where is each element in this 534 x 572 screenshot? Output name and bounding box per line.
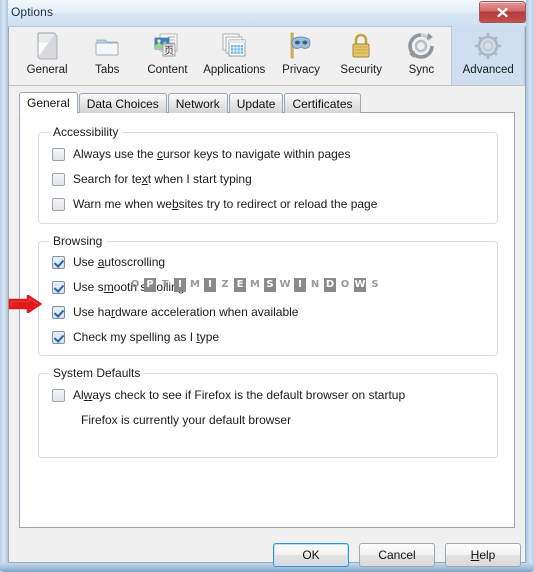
ok-button[interactable]: OK (273, 543, 349, 567)
toolbar-item-general[interactable]: General (17, 26, 77, 85)
option-search-text-row[interactable]: Search for text when I start typing (52, 172, 252, 186)
toolbar-item-applications-label: Applications (203, 64, 266, 76)
option-cursor-keys-label: Always use the cursor keys to navigate w… (73, 147, 351, 161)
system-defaults-group: System Defaults Always check to see if F… (38, 366, 498, 458)
toolbar-item-applications[interactable]: Applications (198, 26, 271, 85)
window-frame-right (526, 0, 534, 572)
advanced-gear-icon (472, 29, 504, 63)
option-smooth-scrolling-row[interactable]: Use smooth scrolling (52, 280, 184, 294)
toolbar-item-tabs-label: Tabs (95, 64, 120, 76)
tab-data-choices[interactable]: Data Choices (78, 93, 167, 113)
default-browser-status-text: Firefox is currently your default browse… (81, 413, 292, 427)
option-autoscrolling-row[interactable]: Use autoscrolling (52, 255, 165, 269)
option-warn-redirect-label: Warn me when websites try to redirect or… (73, 197, 378, 211)
option-hardware-acceleration-row[interactable]: Use hardware acceleration when available (52, 305, 298, 319)
applications-windows-icon (219, 29, 249, 63)
toolbar-item-privacy[interactable]: Privacy (271, 26, 331, 85)
option-spell-check-label: Check my spelling as I type (73, 330, 220, 344)
help-button[interactable]: Help (445, 543, 521, 567)
tab-network[interactable]: Network (167, 93, 228, 113)
svg-text:页: 页 (164, 45, 174, 57)
privacy-mask-icon (285, 29, 317, 63)
general-window-icon (34, 29, 60, 63)
option-smooth-scrolling-checkbox[interactable] (52, 280, 65, 294)
option-cursor-keys-checkbox[interactable] (52, 147, 65, 161)
option-search-text-checkbox[interactable] (52, 172, 65, 186)
window-title: Options (11, 5, 54, 19)
toolbar-item-security[interactable]: Security (331, 26, 391, 85)
tab-general-label: General (27, 96, 70, 110)
help-button-label: Help (470, 548, 496, 562)
dialog-client-area: General Tabs 页 Content Applications Priv… (8, 26, 526, 567)
option-warn-redirect-checkbox[interactable] (52, 197, 65, 211)
option-cursor-keys-row[interactable]: Always use the cursor keys to navigate w… (52, 147, 350, 161)
option-default-browser-row[interactable]: Always check to see if Firefox is the de… (52, 388, 405, 402)
cancel-button-label: Cancel (378, 548, 416, 562)
browsing-group: Browsing Use autoscrolling Use smooth sc… (38, 234, 498, 356)
ok-button-label: OK (302, 548, 320, 562)
dialog-footer: OK Cancel Help (9, 530, 525, 567)
toolbar-item-tabs[interactable]: Tabs (77, 26, 137, 85)
toolbar-item-content-label: Content (147, 64, 188, 76)
accessibility-group-title: Accessibility (49, 125, 123, 139)
option-spell-check-checkbox[interactable] (52, 330, 65, 344)
option-hardware-acceleration-label: Use hardware acceleration when available (73, 305, 299, 319)
window-frame-left (0, 0, 8, 572)
system-defaults-group-title: System Defaults (49, 366, 145, 380)
toolbar-item-content[interactable]: 页 Content (137, 26, 197, 85)
browsing-group-title: Browsing (49, 234, 107, 248)
tab-data-choices-label: Data Choices (86, 96, 159, 111)
title-bar: Options (0, 0, 534, 27)
tab-network-label: Network (175, 96, 220, 111)
tab-general[interactable]: General (19, 92, 78, 114)
options-window: Options General Tabs 页 Content Applicati… (0, 0, 534, 572)
tab-update[interactable]: Update (228, 93, 284, 113)
general-tab-panel: Accessibility Always use the cursor keys… (19, 112, 515, 528)
option-warn-redirect-row[interactable]: Warn me when websites try to redirect or… (52, 197, 377, 211)
accessibility-group: Accessibility Always use the cursor keys… (38, 125, 498, 224)
tab-certificates[interactable]: Certificates (284, 93, 361, 113)
option-hardware-acceleration-checkbox[interactable] (52, 305, 65, 319)
cancel-button[interactable]: Cancel (359, 543, 435, 567)
toolbar-item-privacy-label: Privacy (282, 64, 320, 76)
option-autoscrolling-checkbox[interactable] (52, 255, 65, 269)
content-document-icon: 页 (151, 29, 183, 63)
toolbar-item-security-label: Security (340, 64, 382, 76)
toolbar-item-advanced[interactable]: Advanced (451, 26, 525, 85)
toolbar-item-sync-label: Sync (408, 64, 435, 76)
toolbar-item-general-label: General (26, 64, 68, 76)
option-default-browser-label: Always check to see if Firefox is the de… (73, 388, 406, 402)
sync-arrows-icon (406, 29, 436, 63)
close-button[interactable] (479, 1, 526, 23)
option-search-text-label: Search for text when I start typing (73, 172, 252, 186)
tab-update-label: Update (236, 96, 276, 111)
option-default-browser-checkbox[interactable] (52, 388, 65, 402)
option-smooth-scrolling-label: Use smooth scrolling (73, 280, 185, 294)
option-spell-check-row[interactable]: Check my spelling as I type (52, 330, 219, 344)
toolbar-item-sync[interactable]: Sync (391, 26, 451, 85)
option-autoscrolling-label: Use autoscrolling (73, 255, 166, 269)
folder-tabs-icon (92, 29, 122, 63)
close-x-icon (497, 7, 508, 17)
security-padlock-icon (348, 29, 374, 63)
toolbar-item-advanced-label: Advanced (462, 64, 514, 76)
advanced-tab-strip: General Data Choices Network Update Cert… (19, 91, 362, 114)
tab-certificates-label: Certificates (292, 96, 353, 111)
options-toolbar: General Tabs 页 Content Applications Priv… (9, 26, 525, 86)
